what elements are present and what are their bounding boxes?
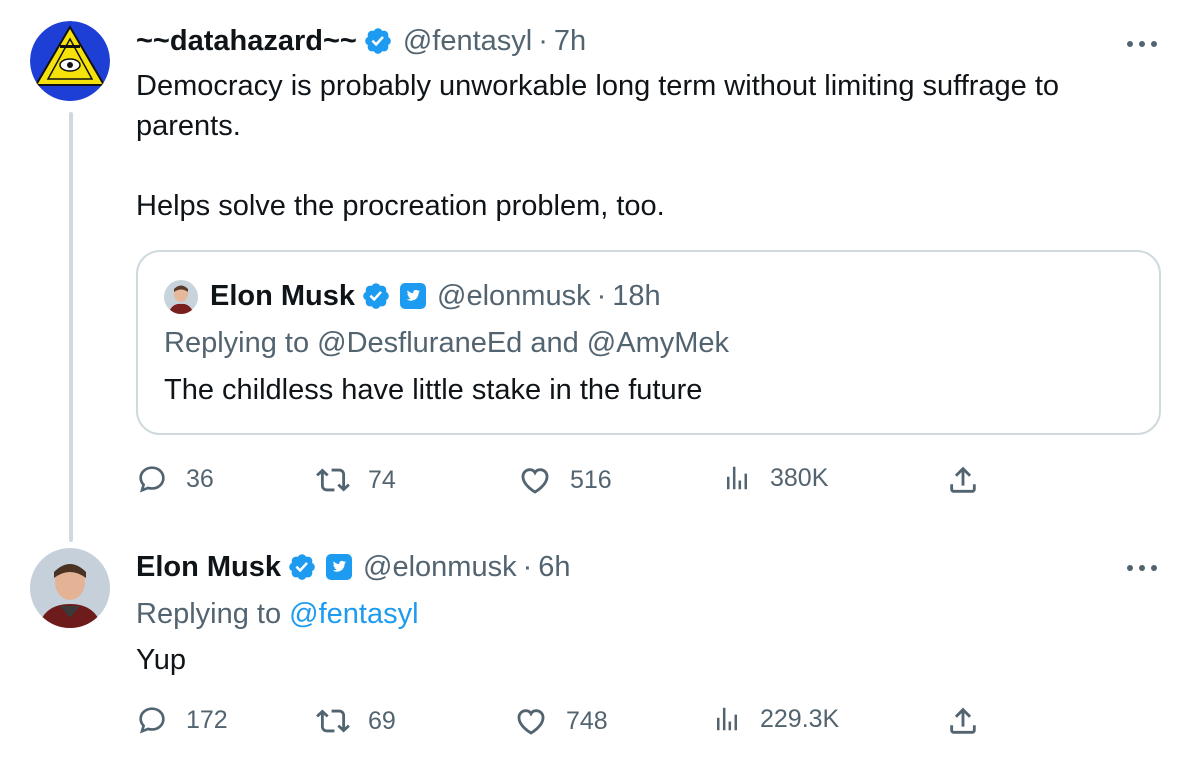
tweet-text-line: Helps solve the procreation problem, too… xyxy=(136,190,665,222)
tweet-text-line: parents. xyxy=(136,110,241,142)
quoted-tweet-card[interactable]: Elon Musk @elonmusk · 18h Replying to @D… xyxy=(136,250,1161,435)
views-count: 380K xyxy=(770,463,829,492)
tweet-text-line: Yup xyxy=(136,644,186,676)
verified-badge-icon[interactable] xyxy=(363,26,393,56)
replying-to: Replying to @fentasyl xyxy=(136,598,419,631)
author-handle[interactable]: @fentasyl xyxy=(403,24,532,58)
reply-button[interactable]: 36 xyxy=(136,463,214,495)
share-button[interactable] xyxy=(946,704,980,738)
views-count: 229.3K xyxy=(760,704,840,733)
retweet-count: 74 xyxy=(368,465,396,494)
original-tweet-header: ~~datahazard~~ @fentasyl · 7h xyxy=(136,24,586,58)
reply-button[interactable]: 172 xyxy=(136,704,228,736)
views-button[interactable]: 380K xyxy=(722,463,828,493)
reply-icon xyxy=(139,707,165,734)
retweet-icon xyxy=(316,709,350,733)
retweet-button[interactable]: 69 xyxy=(316,704,396,738)
header-separator: · xyxy=(596,280,607,312)
like-count: 748 xyxy=(566,706,608,735)
verified-badge-icon xyxy=(361,281,391,311)
like-icon xyxy=(521,468,549,494)
views-icon xyxy=(717,707,737,731)
reply-count: 172 xyxy=(186,705,228,734)
tweet-timestamp[interactable]: 6h xyxy=(538,550,570,584)
more-icon[interactable] xyxy=(1124,34,1160,54)
views-icon xyxy=(727,466,747,490)
quoted-replying-to: Replying to @DesfluraneEd and @AmyMek xyxy=(164,327,729,360)
like-icon xyxy=(517,709,545,735)
avatar-elonmusk-small xyxy=(164,280,198,314)
tweet-text-line: Democracy is probably unworkable long te… xyxy=(136,70,1060,102)
header-separator: · xyxy=(522,551,533,583)
quoted-tweet-text: The childless have little stake in the f… xyxy=(164,374,703,406)
share-icon xyxy=(950,466,976,493)
verified-badge-icon[interactable] xyxy=(287,552,317,582)
thread-connector-line xyxy=(69,112,73,542)
views-button[interactable]: 229.3K xyxy=(712,704,839,734)
avatar-elonmusk[interactable] xyxy=(30,548,110,628)
avatar-datahazard[interactable] xyxy=(30,21,110,101)
more-icon[interactable] xyxy=(1124,558,1160,578)
reply-count: 36 xyxy=(186,464,214,493)
header-separator: · xyxy=(538,25,548,57)
replying-users: @DesfluraneEd and @AmyMek xyxy=(317,327,730,359)
reply-icon xyxy=(139,466,165,493)
reply-tweet-header: Elon Musk @elonmusk · 6h xyxy=(136,550,571,584)
reply-action-bar: 172 69 748 229.3K xyxy=(136,704,1136,744)
quoted-timestamp: 18h xyxy=(612,280,661,312)
like-count: 516 xyxy=(570,465,612,494)
like-button[interactable]: 748 xyxy=(514,704,608,738)
like-button[interactable]: 516 xyxy=(518,463,612,497)
retweet-button[interactable]: 74 xyxy=(316,463,396,497)
retweet-icon xyxy=(316,468,350,492)
author-handle[interactable]: @elonmusk xyxy=(363,550,517,584)
replying-prefix: Replying to xyxy=(136,598,290,630)
share-button[interactable] xyxy=(946,463,980,497)
affiliate-badge-icon xyxy=(399,282,427,310)
quoted-author-name: Elon Musk xyxy=(210,280,356,312)
author-name[interactable]: Elon Musk xyxy=(136,550,281,584)
reply-tweet-body: Yup xyxy=(136,640,186,680)
tweet-timestamp[interactable]: 7h xyxy=(554,24,586,58)
share-icon xyxy=(950,707,976,734)
affiliate-badge-icon[interactable] xyxy=(325,553,353,581)
quoted-tweet-header: Elon Musk @elonmusk · 18h xyxy=(210,279,661,313)
replying-prefix: Replying to xyxy=(164,327,318,359)
quoted-author-handle: @elonmusk xyxy=(437,280,591,312)
tweet-thread: ~~datahazard~~ @fentasyl · 7h Democracy … xyxy=(0,0,1194,766)
original-action-bar: 36 74 516 380K xyxy=(136,463,1136,503)
author-name[interactable]: ~~datahazard~~ xyxy=(136,24,357,58)
mention-link[interactable]: @fentasyl xyxy=(289,598,418,630)
retweet-count: 69 xyxy=(368,706,396,735)
original-tweet-body: Democracy is probably unworkable long te… xyxy=(136,66,1059,226)
